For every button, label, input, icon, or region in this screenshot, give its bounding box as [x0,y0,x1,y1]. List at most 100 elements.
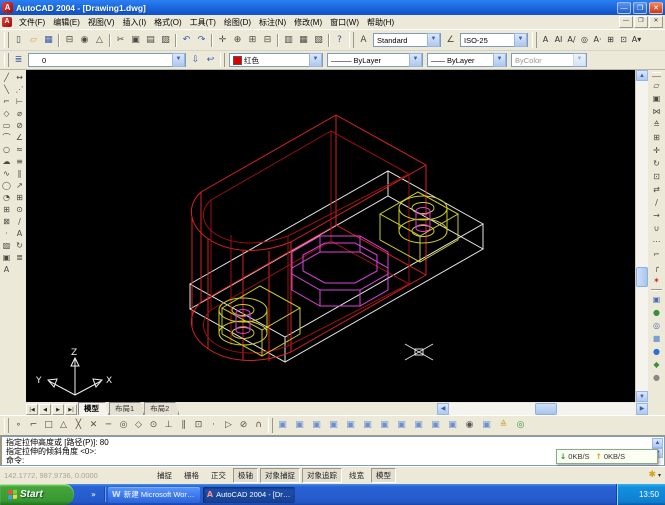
baseline-dimension-button[interactable]: ≡ [14,156,26,168]
quick-leader-button[interactable]: ↗ [14,180,26,192]
mdi-minimize-button[interactable]: — [619,16,633,28]
linetype-combo[interactable]: ——— ByLayer ▼ [327,53,423,67]
line-button[interactable]: ╱ [1,72,13,84]
toggle-osnap-button[interactable]: 对象捕捉 [260,468,300,483]
tab-model[interactable]: 模型 [78,402,109,415]
diameter-dimension-button[interactable]: ⊘ [14,120,26,132]
chevron-down-icon[interactable]: ▼ [514,33,527,47]
snap-intersection-button[interactable]: ╳ [71,418,86,433]
chevron-down-icon[interactable]: ▼ [493,53,506,67]
snap-center-button[interactable]: ◎ [116,418,131,433]
ucs-button[interactable]: ▣ [479,418,494,433]
radius-dimension-button[interactable]: ⌀ [14,108,26,120]
zoom-realtime-button[interactable]: ⊕ [230,33,245,48]
angular-dimension-button[interactable]: ∠ [14,132,26,144]
left-view-button[interactable]: ▣ [326,418,341,433]
menu-tools[interactable]: 工具(T) [186,17,220,28]
tab-next-button[interactable]: ▶ [52,404,64,415]
stretch-button[interactable]: ⇄ [650,183,663,196]
trim-button[interactable]: ∕ [650,196,663,209]
spline-button[interactable]: ∿ [1,168,13,180]
justify-text-button[interactable]: A▾ [630,34,643,47]
spell-check-button[interactable]: A· [591,34,604,47]
region-button[interactable]: ▣ [1,252,13,264]
edit-text-button[interactable]: A∕ [565,34,578,47]
new-file-button[interactable]: ▯ [11,33,26,48]
arc-button[interactable]: ⌒ [1,132,13,144]
snap-from-button[interactable]: ⌐ [26,418,41,433]
ordinate-dimension-button[interactable]: ⊢ [14,96,26,108]
aligned-dimension-button[interactable]: ⋰ [14,84,26,96]
erase-button[interactable]: ▱ [650,79,663,92]
open-file-button[interactable]: ▱ [26,33,41,48]
top-view-button[interactable]: ▣ [292,418,307,433]
vertical-scrollbar[interactable]: ▲ ▼ [635,70,648,402]
menu-insert[interactable]: 插入(I) [119,17,151,28]
dimension-style-button[interactable]: ≣ [14,252,26,264]
menu-draw[interactable]: 绘图(D) [220,17,255,28]
sphere-solid-button[interactable]: ● [650,306,663,319]
tab-last-button[interactable]: ▶| [65,404,77,415]
toolbar-grip[interactable] [220,53,225,67]
toggle-ortho-button[interactable]: 正交 [206,468,231,483]
pan-button[interactable]: ✛ [215,33,230,48]
bottom-view-button[interactable]: ▣ [309,418,324,433]
menu-help[interactable]: 帮助(H) [363,17,398,28]
temporary-tracking-button[interactable]: ∘ [11,418,26,433]
quick-dimension-button[interactable]: ≈ [14,144,26,156]
layer-combo[interactable]: 0 ▼ [28,53,186,67]
snap-node-button[interactable]: · [206,418,221,433]
toggle-otrack-button[interactable]: 对象追踪 [302,468,342,483]
properties-button[interactable]: ▥ [281,33,296,48]
text-style-combo[interactable]: Standard ▼ [373,33,441,47]
lock-button[interactable]: ≙ [496,418,511,433]
redo-button[interactable]: ↷ [194,33,209,48]
horizontal-scroll-track[interactable] [449,403,636,415]
shade-3d-wireframe-button[interactable]: ● [650,345,663,358]
polyline-button[interactable]: ⌐ [1,96,13,108]
color-combo[interactable]: 红色 ▼ [229,53,323,67]
snap-tangent-button[interactable]: ⊙ [146,418,161,433]
chevron-down-icon[interactable]: ▼ [409,53,422,67]
front-view-button[interactable]: ▣ [360,418,375,433]
mtext-button[interactable]: A [539,34,552,47]
toggle-lineweight-button[interactable]: 线宽 [344,468,369,483]
menu-dimension[interactable]: 标注(N) [255,17,290,28]
named-views-button[interactable]: ▣ [275,418,290,433]
ellipse-arc-button[interactable]: ◔ [1,192,13,204]
snap-quadrant-button[interactable]: ◇ [131,418,146,433]
center-mark-button[interactable]: ⊙ [14,204,26,216]
insert-block-button[interactable]: ⊞ [1,204,13,216]
revision-cloud-button[interactable]: ☁ [1,156,13,168]
drawing-canvas[interactable]: Z X Y [26,70,635,402]
ellipse-button[interactable]: ◯ [1,180,13,192]
paste-button[interactable]: ▤ [143,33,158,48]
snap-apparent-intersection-button[interactable]: ✕ [86,418,101,433]
ne-isometric-button[interactable]: ▣ [428,418,443,433]
plot-preview-button[interactable]: ◉ [77,33,92,48]
back-view-button[interactable]: ▣ [377,418,392,433]
move-button[interactable]: ✛ [650,144,663,157]
help-button[interactable]: ? [332,33,347,48]
chevron-down-icon[interactable]: ▼ [427,33,440,47]
fillet-button[interactable]: ╭ [650,261,663,274]
find-replace-button[interactable]: ◎ [578,34,591,47]
snap-none-button[interactable]: ⊘ [236,418,251,433]
toggle-model-button[interactable]: 模型 [371,468,396,483]
copy-button[interactable]: ▣ [128,33,143,48]
chevron-down-icon[interactable]: ▼ [172,53,185,67]
shade-hidden-button[interactable]: ◆ [650,358,663,371]
scroll-up-icon[interactable]: ▲ [636,70,648,81]
scroll-up-icon[interactable]: ▲ [652,438,663,448]
toolbar-grip[interactable] [349,32,354,48]
chamfer-button[interactable]: ⌐ [650,248,663,261]
dimension-update-button[interactable]: ↻ [14,240,26,252]
make-block-button[interactable]: ⊠ [1,216,13,228]
text-style-button[interactable]: ⊞ [604,34,617,47]
scale-button[interactable]: ⊡ [650,170,663,183]
construction-line-button[interactable]: ╲ [1,84,13,96]
task-word[interactable]: W新建 Microsoft Word ... [108,487,200,503]
toolbar-grip[interactable] [268,418,273,433]
polygon-button[interactable]: ◇ [1,108,13,120]
chevron-down-icon[interactable]: ▼ [309,53,322,67]
